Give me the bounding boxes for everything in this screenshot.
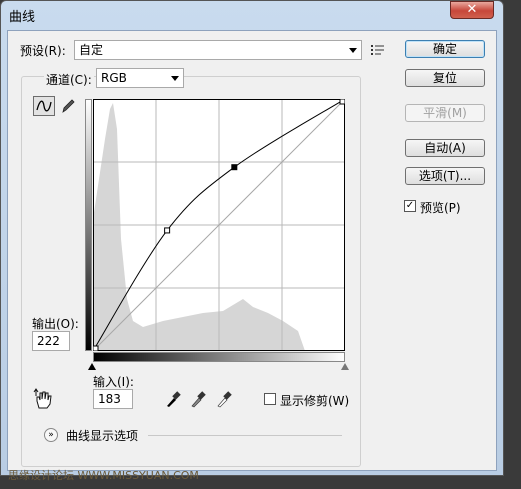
chevron-down-icon bbox=[171, 76, 179, 81]
expand-chevron-icon[interactable]: » bbox=[44, 428, 58, 442]
white-point-slider[interactable] bbox=[341, 363, 349, 370]
output-field[interactable]: 222 bbox=[32, 331, 70, 351]
channel-dropdown[interactable]: RGB bbox=[96, 68, 184, 88]
pencil-icon bbox=[62, 99, 75, 113]
channel-label: 通道(C): bbox=[44, 71, 94, 88]
preset-dropdown[interactable]: 自定 bbox=[74, 40, 362, 60]
preset-value: 自定 bbox=[79, 43, 104, 57]
curve-control-point[interactable] bbox=[231, 164, 238, 171]
preview-label: 预览(P) bbox=[420, 201, 461, 215]
chevron-down-icon bbox=[349, 48, 357, 53]
curve-control-point[interactable] bbox=[92, 345, 99, 352]
list-menu-icon[interactable] bbox=[371, 44, 385, 56]
output-label: 输出(O): bbox=[32, 317, 79, 331]
hand-icon bbox=[33, 388, 52, 409]
curve-tool-icon bbox=[36, 100, 52, 112]
input-gradient-bar bbox=[93, 352, 345, 362]
black-eyedropper-icon bbox=[167, 391, 181, 407]
show-clipping-label: 显示修剪(W) bbox=[280, 394, 350, 408]
curve-display-options-label: 曲线显示选项 bbox=[66, 429, 139, 443]
input-label: 输入(I): bbox=[93, 375, 134, 389]
black-eyedropper[interactable] bbox=[165, 390, 181, 408]
close-button[interactable]: ✕ bbox=[450, 1, 494, 19]
curve-control-point[interactable] bbox=[339, 98, 346, 105]
options-divider bbox=[148, 435, 342, 436]
ok-button[interactable]: 确定 bbox=[405, 40, 485, 58]
channel-value: RGB bbox=[101, 71, 127, 85]
preview-checkbox[interactable]: ✓ bbox=[404, 200, 416, 212]
curve-graph[interactable] bbox=[92, 98, 346, 352]
show-clipping-checkbox[interactable] bbox=[264, 393, 276, 405]
input-field[interactable]: 183 bbox=[93, 389, 133, 409]
pencil-tool[interactable] bbox=[60, 98, 76, 114]
black-point-slider[interactable] bbox=[88, 363, 96, 370]
smooth-button[interactable]: 平滑(M) bbox=[405, 104, 485, 122]
preset-label: 预设(R): bbox=[20, 44, 66, 58]
curve-control-point[interactable] bbox=[164, 227, 171, 234]
watermark-text: 思缘设计论坛 WWW.MISSYUAN.COM bbox=[8, 469, 199, 482]
window-title: 曲线 bbox=[9, 10, 36, 25]
gray-eyedropper-icon bbox=[191, 391, 206, 408]
curve-point-tool[interactable] bbox=[33, 96, 55, 116]
white-eyedropper-icon bbox=[217, 391, 232, 408]
output-gradient-bar bbox=[85, 99, 92, 351]
auto-button[interactable]: 自动(A) bbox=[405, 139, 485, 157]
on-image-adjust-tool[interactable] bbox=[32, 388, 54, 410]
white-eyedropper[interactable] bbox=[216, 390, 232, 408]
gray-eyedropper[interactable] bbox=[190, 390, 206, 408]
options-button[interactable]: 选项(T)... bbox=[405, 167, 485, 185]
reset-button[interactable]: 复位 bbox=[405, 69, 485, 87]
histogram bbox=[93, 103, 305, 351]
